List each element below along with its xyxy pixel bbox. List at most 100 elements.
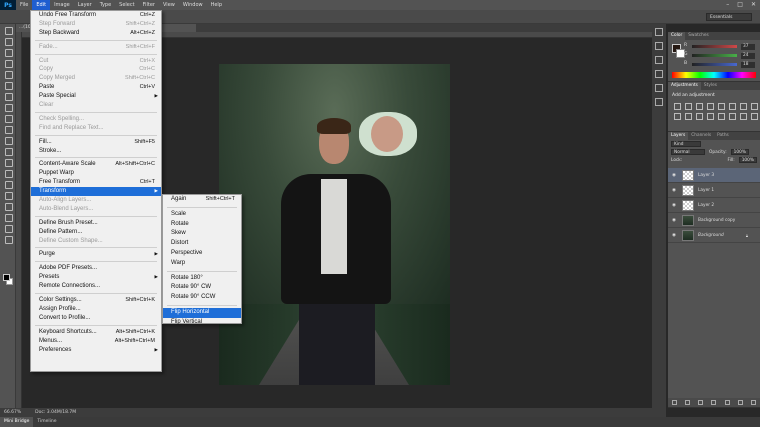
blur-tool-icon[interactable] <box>2 157 14 167</box>
channel-slider-g[interactable] <box>692 54 737 57</box>
link-layers-icon[interactable] <box>672 400 678 405</box>
menu-item-menus[interactable]: Menus... Alt+Shift+Ctrl+M <box>31 337 161 346</box>
clone-stamp-tool-icon[interactable] <box>2 113 14 123</box>
menu-item-rotate[interactable]: Rotate <box>163 220 241 230</box>
crop-tool-icon[interactable] <box>2 69 14 79</box>
hue-saturation-icon[interactable] <box>729 103 736 110</box>
zoom-level[interactable]: 66.67% <box>4 410 21 415</box>
close-icon[interactable]: ✕ <box>751 1 756 8</box>
tab-channels[interactable]: Channels <box>688 132 714 140</box>
menu-item-stroke[interactable]: Stroke... <box>31 147 161 156</box>
invert-icon[interactable] <box>707 113 714 120</box>
layer-name[interactable]: Background copy <box>698 218 735 223</box>
menu-item-remote-connections[interactable]: Remote Connections... <box>31 282 161 291</box>
layer-row[interactable]: ◉ Layer 2 <box>668 198 760 213</box>
menu-type[interactable]: Type <box>96 0 115 10</box>
healing-tool-icon[interactable] <box>2 91 14 101</box>
blend-mode-select[interactable]: Normal <box>671 149 705 155</box>
new-layer-icon[interactable] <box>737 400 743 405</box>
menu-item-perspective[interactable]: Perspective <box>163 249 241 259</box>
menu-item-distort[interactable]: Distort <box>163 239 241 249</box>
menu-item-free-transform[interactable]: Free Transform Ctrl+T <box>31 178 161 187</box>
delete-layer-icon[interactable] <box>750 400 756 405</box>
visibility-eye-icon[interactable]: ◉ <box>670 188 678 193</box>
foreground-color-swatch[interactable] <box>3 274 10 281</box>
tab-mini-bridge[interactable]: Mini Bridge <box>0 417 34 427</box>
move-tool-icon[interactable] <box>2 25 14 35</box>
menu-item-adobe-pdf-presets[interactable]: Adobe PDF Presets... <box>31 264 161 273</box>
vibrance-icon[interactable] <box>718 103 725 110</box>
dodge-tool-icon[interactable] <box>2 168 14 178</box>
channel-value-r[interactable]: 37 <box>741 44 755 50</box>
menu-item-assign-profile[interactable]: Assign Profile... <box>31 305 161 314</box>
layer-name[interactable]: Layer 3 <box>698 173 714 178</box>
new-adjustment-icon[interactable] <box>711 400 717 405</box>
brightness-contrast-icon[interactable] <box>674 103 681 110</box>
color-spectrum[interactable] <box>672 72 756 78</box>
color-balance-icon[interactable] <box>740 103 747 110</box>
menu-item-warp[interactable]: Warp <box>163 259 241 269</box>
curves-icon[interactable] <box>696 103 703 110</box>
menu-item-define-pattern[interactable]: Define Pattern... <box>31 228 161 237</box>
menu-edit[interactable]: Edit <box>32 0 51 10</box>
tab-adjustments[interactable]: Adjustments <box>668 82 701 90</box>
brush-tool-icon[interactable] <box>2 102 14 112</box>
quick-select-tool-icon[interactable] <box>2 58 14 68</box>
layer-name[interactable]: Background <box>698 233 724 238</box>
tab-swatches[interactable]: Swatches <box>685 32 712 40</box>
menu-item-rotate-90-cw[interactable]: Rotate 90° CW <box>163 283 241 293</box>
channel-mixer-icon[interactable] <box>685 113 692 120</box>
menu-item-fill[interactable]: Fill... Shift+F5 <box>31 138 161 147</box>
add-mask-icon[interactable] <box>698 400 704 405</box>
layer-row[interactable]: ◉ Background 🔒︎ <box>668 228 760 243</box>
tab-timeline[interactable]: Timeline <box>33 417 60 427</box>
lasso-tool-icon[interactable] <box>2 47 14 57</box>
menu-item-preferences[interactable]: Preferences ▶ <box>31 346 161 355</box>
fill-input[interactable]: 100% <box>738 157 757 163</box>
eyedropper-tool-icon[interactable] <box>2 80 14 90</box>
black-white-icon[interactable] <box>751 103 758 110</box>
layer-name[interactable]: Layer 2 <box>698 203 714 208</box>
workspace-dropdown[interactable]: Essentials <box>706 13 752 21</box>
maximize-icon[interactable]: □ <box>737 1 743 8</box>
document-image[interactable] <box>219 64 450 385</box>
menu-item-paste-special[interactable]: Paste Special ▶ <box>31 92 161 101</box>
menu-item-step-backward[interactable]: Step Backward Alt+Ctrl+Z <box>31 29 161 38</box>
zoom-tool-icon[interactable] <box>2 234 14 244</box>
new-group-icon[interactable] <box>724 400 730 405</box>
history-icon[interactable] <box>655 28 663 36</box>
channel-value-b[interactable]: 18 <box>741 62 755 68</box>
layer-name[interactable]: Layer 1 <box>698 188 714 193</box>
path-select-tool-icon[interactable] <box>2 201 14 211</box>
menu-select[interactable]: Select <box>115 0 138 10</box>
tab-paths[interactable]: Paths <box>714 132 732 140</box>
marquee-tool-icon[interactable] <box>2 36 14 46</box>
gradient-tool-icon[interactable] <box>2 146 14 156</box>
menu-item-puppet-warp[interactable]: Puppet Warp <box>31 169 161 178</box>
menu-item-convert-to-profile[interactable]: Convert to Profile... <box>31 314 161 323</box>
menu-item-purge[interactable]: Purge ▶ <box>31 250 161 259</box>
menu-filter[interactable]: Filter <box>139 0 159 10</box>
opacity-input[interactable]: 100% <box>730 149 749 155</box>
menu-item-content-aware-scale[interactable]: Content-Aware Scale Alt+Shift+Ctrl+C <box>31 160 161 169</box>
menu-item-transform[interactable]: Transform ▶ <box>31 187 161 197</box>
pen-tool-icon[interactable] <box>2 179 14 189</box>
menu-item-define-brush-preset[interactable]: Define Brush Preset... <box>31 219 161 228</box>
history-brush-tool-icon[interactable] <box>2 124 14 134</box>
shape-tool-icon[interactable] <box>2 212 14 222</box>
tab-styles[interactable]: Styles <box>701 82 720 90</box>
channel-slider-b[interactable] <box>692 63 737 66</box>
layer-row[interactable]: ◉ Layer 3 <box>668 168 760 183</box>
menu-help[interactable]: Help <box>207 0 226 10</box>
color-lookup-icon[interactable] <box>696 113 703 120</box>
info-icon[interactable] <box>655 84 663 92</box>
menu-layer[interactable]: Layer <box>74 0 96 10</box>
menu-item-keyboard-shortcuts[interactable]: Keyboard Shortcuts... Alt+Shift+Ctrl+K <box>31 328 161 337</box>
visibility-eye-icon[interactable]: ◉ <box>670 233 678 238</box>
hand-tool-icon[interactable] <box>2 223 14 233</box>
layer-kind-filter[interactable]: Kind <box>671 141 701 147</box>
menu-item-skew[interactable]: Skew <box>163 229 241 239</box>
brush-icon[interactable] <box>655 98 663 106</box>
posterize-icon[interactable] <box>718 113 725 120</box>
menu-item-scale[interactable]: Scale <box>163 210 241 220</box>
